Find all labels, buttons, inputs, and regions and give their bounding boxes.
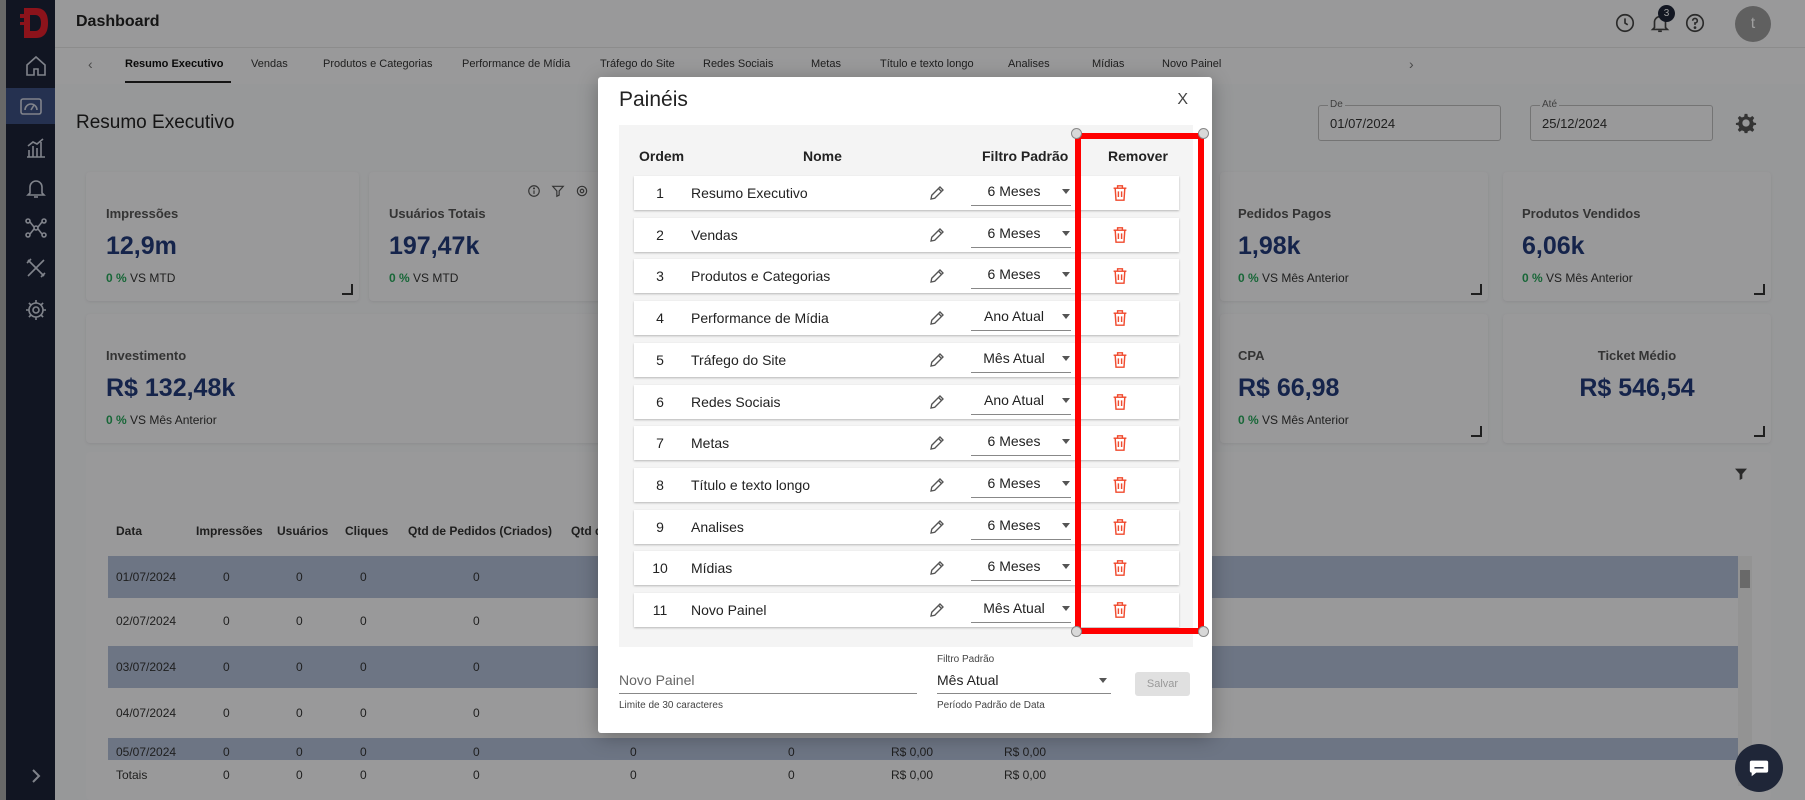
panel-filter-value: Ano Atual bbox=[984, 308, 1044, 325]
column-header-ordem: Ordem bbox=[639, 148, 685, 164]
panel-filter-select[interactable]: 6 Meses bbox=[971, 554, 1071, 582]
panel-name: Mídias bbox=[691, 560, 733, 577]
panel-filter-value: 6 Meses bbox=[987, 183, 1041, 199]
new-panel-helper: Limite de 30 caracteres bbox=[619, 700, 723, 711]
remove-column-highlight bbox=[1075, 133, 1204, 634]
new-panel-input[interactable] bbox=[619, 664, 917, 688]
chat-icon bbox=[1749, 760, 1769, 777]
panel-filter-value: Mês Atual bbox=[983, 600, 1045, 616]
pencil-icon[interactable] bbox=[928, 184, 946, 202]
panel-order: 8 bbox=[656, 476, 664, 493]
chat-button[interactable] bbox=[1735, 744, 1783, 792]
caret-down-icon bbox=[1062, 564, 1070, 570]
caret-down-icon bbox=[1062, 522, 1070, 528]
panel-name: Resumo Executivo bbox=[691, 185, 808, 201]
highlight-handle[interactable] bbox=[1071, 626, 1082, 637]
pencil-icon[interactable] bbox=[928, 476, 946, 494]
panel-filter-value: 6 Meses bbox=[987, 266, 1041, 283]
panel-order: 1 bbox=[656, 185, 664, 201]
panel-filter-select[interactable]: 6 Meses bbox=[971, 429, 1071, 457]
caret-down-icon bbox=[1099, 678, 1107, 683]
panel-filter-value: 6 Meses bbox=[987, 516, 1041, 533]
panel-filter-value: 6 Meses bbox=[987, 558, 1041, 575]
panel-filter-select[interactable]: 6 Meses bbox=[971, 221, 1071, 248]
panel-order: 9 bbox=[656, 518, 664, 535]
panel-filter-select[interactable]: Ano Atual bbox=[971, 388, 1071, 415]
panel-filter-select[interactable]: 6 Meses bbox=[971, 179, 1071, 206]
panel-filter-value: 6 Meses bbox=[987, 224, 1041, 241]
panel-filter-select[interactable]: 6 Meses bbox=[971, 471, 1071, 498]
panel-filter-value: 6 Meses bbox=[987, 474, 1041, 491]
panel-filter-select[interactable]: Ano Atual bbox=[971, 304, 1071, 332]
panel-filter-select[interactable]: Mês Atual bbox=[971, 346, 1071, 373]
panel-filter-select[interactable]: 6 Meses bbox=[971, 262, 1071, 290]
panel-name: Redes Sociais bbox=[691, 393, 781, 410]
caret-down-icon bbox=[1062, 480, 1070, 486]
panel-order: 3 bbox=[656, 268, 664, 285]
pencil-icon[interactable] bbox=[928, 267, 946, 285]
default-filter-label: Filtro Padrão bbox=[937, 654, 995, 665]
caret-down-icon bbox=[1062, 397, 1070, 403]
caret-down-icon bbox=[1062, 230, 1070, 236]
caret-down-icon bbox=[1062, 606, 1070, 611]
pencil-icon[interactable] bbox=[928, 351, 946, 369]
column-header-nome: Nome bbox=[803, 148, 842, 164]
pencil-icon[interactable] bbox=[928, 434, 946, 452]
panel-order: 10 bbox=[652, 560, 668, 577]
default-filter-helper: Período Padrão de Data bbox=[937, 700, 1045, 711]
panel-name: Vendas bbox=[691, 226, 738, 243]
panel-name: Produtos e Categorias bbox=[691, 268, 831, 285]
panel-filter-select[interactable]: Mês Atual bbox=[971, 596, 1071, 623]
caret-down-icon bbox=[1062, 189, 1070, 194]
panel-order: 7 bbox=[656, 435, 664, 452]
column-header-filtro: Filtro Padrão bbox=[982, 148, 1069, 164]
pencil-icon[interactable] bbox=[928, 393, 946, 411]
default-filter-value: Mês Atual bbox=[937, 672, 999, 688]
default-filter-select[interactable]: Mês Atual bbox=[937, 667, 1111, 694]
pencil-icon[interactable] bbox=[928, 601, 946, 619]
panel-filter-value: 6 Meses bbox=[987, 433, 1041, 450]
pencil-icon[interactable] bbox=[928, 226, 946, 244]
highlight-handle[interactable] bbox=[1198, 626, 1209, 637]
panel-name: Título e texto longo bbox=[691, 476, 811, 493]
pencil-icon[interactable] bbox=[928, 518, 946, 536]
panel-name: Novo Painel bbox=[691, 602, 767, 618]
highlight-handle[interactable] bbox=[1071, 128, 1082, 139]
pencil-icon[interactable] bbox=[928, 309, 946, 327]
panel-name: Performance de Mídia bbox=[691, 310, 829, 327]
panel-name: Analises bbox=[691, 518, 744, 535]
panel-order: 5 bbox=[656, 351, 664, 368]
caret-down-icon bbox=[1062, 314, 1070, 320]
close-button[interactable]: X bbox=[1177, 91, 1188, 109]
panel-filter-value: Ano Atual bbox=[984, 391, 1044, 408]
caret-down-icon bbox=[1062, 272, 1070, 278]
panel-order: 11 bbox=[652, 602, 668, 618]
panel-order: 4 bbox=[656, 310, 664, 327]
panel-name: Tráfego do Site bbox=[691, 351, 787, 368]
caret-down-icon bbox=[1062, 439, 1070, 445]
panel-name: Metas bbox=[691, 435, 730, 452]
pencil-icon[interactable] bbox=[928, 559, 946, 577]
panel-filter-value: Mês Atual bbox=[983, 349, 1045, 366]
modal-title: Painéis bbox=[619, 88, 688, 111]
new-panel-field[interactable] bbox=[619, 664, 917, 694]
panel-filter-select[interactable]: 6 Meses bbox=[971, 513, 1071, 540]
save-button[interactable]: Salvar bbox=[1135, 672, 1190, 696]
panel-order: 2 bbox=[656, 226, 664, 243]
caret-down-icon bbox=[1062, 355, 1070, 361]
panel-order: 6 bbox=[656, 393, 664, 410]
highlight-handle[interactable] bbox=[1198, 128, 1209, 139]
